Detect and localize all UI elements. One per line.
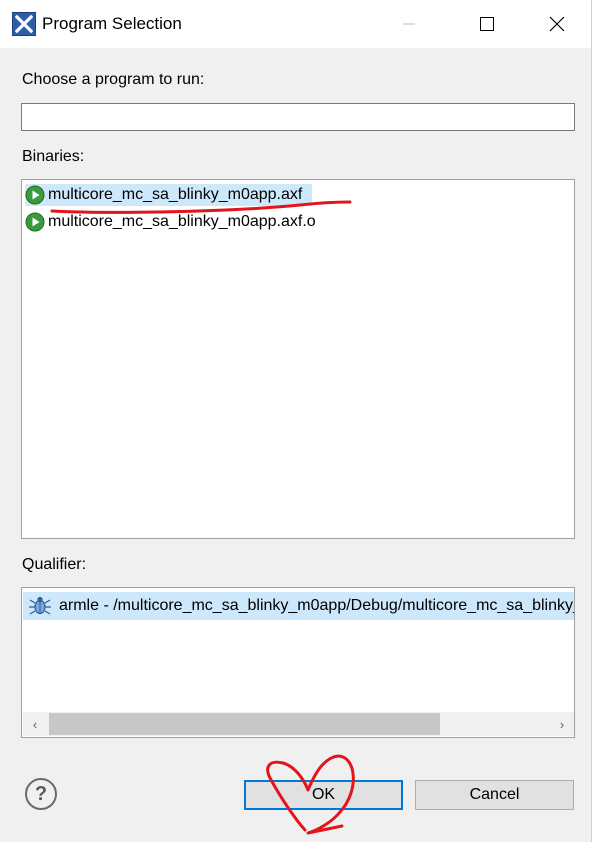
horizontal-scrollbar[interactable]: ‹ › xyxy=(23,712,574,736)
list-item-binary-axf[interactable]: multicore_mc_sa_blinky_m0app.axf xyxy=(25,184,313,206)
program-name-input[interactable] xyxy=(21,103,575,131)
chevron-right-icon: › xyxy=(559,716,565,732)
help-button[interactable]: ? xyxy=(25,778,57,810)
list-item-label: multicore_mc_sa_blinky_m0app.axf xyxy=(48,186,303,203)
binaries-list[interactable]: multicore_mc_sa_blinky_m0app.axf multico… xyxy=(21,179,575,539)
window-title: Program Selection xyxy=(42,14,182,33)
qualifier-label: Qualifier: xyxy=(22,556,87,573)
x-app-icon xyxy=(12,12,36,36)
ok-button[interactable]: OK xyxy=(244,780,403,810)
cancel-button[interactable]: Cancel xyxy=(415,780,574,810)
maximize-button[interactable] xyxy=(458,0,516,48)
qualifier-item-text: armle - /multicore_mc_sa_blinky_m0app/De… xyxy=(59,597,574,614)
qualifier-item[interactable]: armle - /multicore_mc_sa_blinky_m0app/De… xyxy=(23,592,574,620)
list-item-label: multicore_mc_sa_blinky_m0app.axf.o xyxy=(48,213,316,230)
chevron-left-icon: ‹ xyxy=(32,716,38,732)
scroll-left-button[interactable]: ‹ xyxy=(23,712,47,736)
close-button[interactable] xyxy=(528,0,586,48)
minimize-icon xyxy=(403,23,415,25)
list-item-binary-axf-o[interactable]: multicore_mc_sa_blinky_m0app.axf.o xyxy=(25,211,326,233)
close-icon xyxy=(549,16,565,32)
binaries-label: Binaries: xyxy=(22,148,85,165)
minimize-button[interactable] xyxy=(380,0,438,48)
scrollbar-thumb[interactable] xyxy=(49,713,440,735)
program-field-label: Choose a program to run: xyxy=(22,71,205,88)
scroll-right-button[interactable]: › xyxy=(550,712,574,736)
bug-icon xyxy=(29,596,51,615)
maximize-icon xyxy=(480,17,494,31)
qualifier-list[interactable]: armle - /multicore_mc_sa_blinky_m0app/De… xyxy=(21,587,575,738)
help-icon: ? xyxy=(34,782,48,805)
run-icon xyxy=(25,185,45,205)
run-icon xyxy=(25,212,45,232)
program-selection-dialog: Program Selection Choose a program to ru… xyxy=(0,0,592,842)
title-bar[interactable]: Program Selection xyxy=(0,0,591,48)
